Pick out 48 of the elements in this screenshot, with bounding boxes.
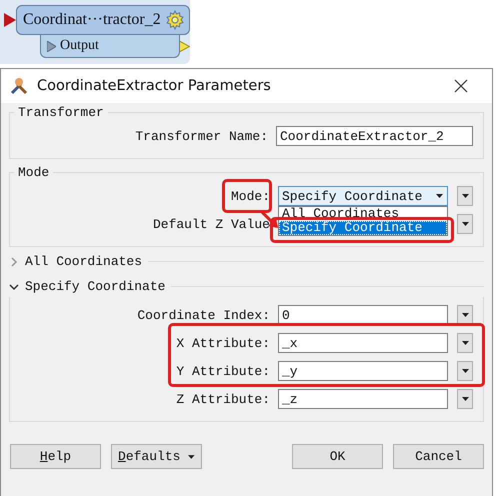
field-label: Default Z Value (152, 216, 270, 232)
group-title: Transformer (17, 105, 105, 120)
tools-icon (9, 76, 29, 96)
input-field[interactable]: _x (278, 333, 448, 353)
section-title[interactable]: All Coordinates (25, 254, 142, 269)
caret-icon (462, 397, 468, 401)
field-label: Z Attribute: (175, 392, 270, 406)
chevron-down-icon[interactable] (9, 282, 19, 292)
dialog-button[interactable]: Cancel (393, 444, 484, 469)
group-title: Mode (17, 165, 50, 180)
field-label: X Attribute: (175, 336, 270, 350)
window-title: CoordinateExtractor Parameters (37, 78, 272, 94)
dropdown-button[interactable] (457, 361, 473, 381)
caret-icon (188, 454, 195, 458)
caret-icon (436, 194, 443, 198)
section-title[interactable]: Specify Coordinate (25, 279, 166, 294)
gear-icon[interactable] (165, 10, 185, 30)
field-label: Transformer Name: (134, 128, 268, 144)
output-port[interactable]: Output (40, 35, 180, 58)
close-icon[interactable] (454, 79, 468, 93)
play-icon (47, 40, 56, 52)
node-title: Coordinat···tractor_2 (23, 11, 162, 29)
caret-icon (462, 341, 468, 345)
field-label: Mode: (230, 188, 270, 204)
dropdown-option[interactable]: Specify Coordinate (279, 221, 447, 235)
dropdown-button[interactable] (457, 333, 473, 353)
input-field[interactable]: CoordinateExtractor_2 (276, 126, 473, 146)
dropdown-button[interactable] (457, 186, 473, 206)
caret-icon (462, 369, 468, 373)
dropdown-button[interactable] (457, 214, 473, 234)
caret-icon (462, 313, 468, 317)
input-field[interactable]: 0 (278, 305, 448, 325)
port-label: Output (60, 38, 99, 54)
dialog-button[interactable]: OK (292, 444, 383, 469)
field-label: Coordinate Index: (136, 308, 270, 322)
dropdown-button[interactable] (457, 389, 473, 409)
input-field[interactable]: _z (278, 389, 448, 409)
menu-button[interactable]: Defaults (111, 444, 202, 469)
dropdown-button[interactable] (457, 305, 473, 325)
input-field[interactable]: _y (278, 361, 448, 381)
mode-dropdown[interactable]: Specify Coordinate (278, 186, 448, 206)
dropdown-option[interactable]: All Coordinates (279, 207, 447, 221)
field-label: Y Attribute: (175, 364, 270, 378)
caret-icon (462, 194, 468, 198)
highlight-box (222, 178, 272, 212)
transformer-node[interactable]: Coordinat···tractor_2 (16, 5, 190, 35)
dialog-button[interactable]: Help (10, 444, 101, 469)
caret-icon (462, 222, 468, 226)
